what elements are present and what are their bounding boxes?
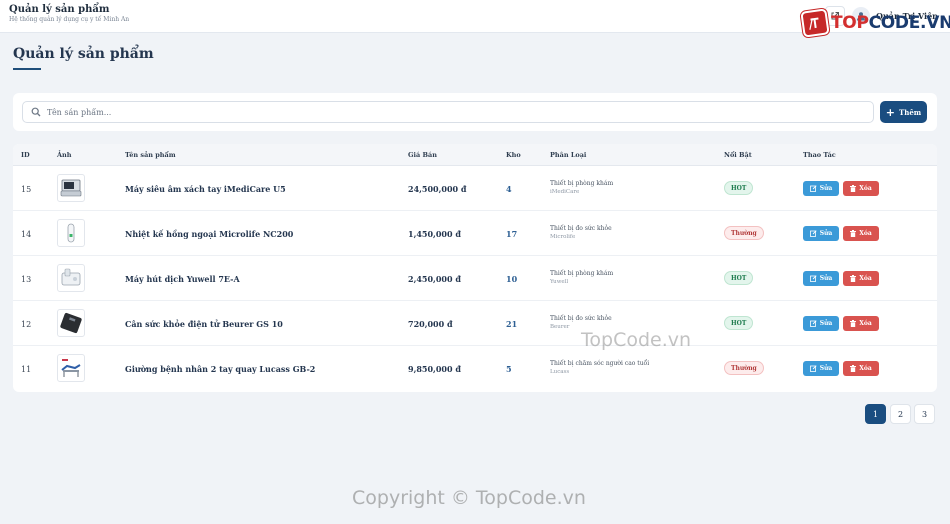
delete-button[interactable]: Xóa <box>843 316 879 331</box>
product-category: Thiết bị đo sức khỏe Microlife <box>550 225 612 240</box>
search-icon <box>31 107 41 117</box>
search-field[interactable] <box>22 101 874 123</box>
edit-button[interactable]: Sửa <box>803 181 839 196</box>
topcode-logo: TOPCODE.VN <box>800 8 950 38</box>
add-button-label: Thêm <box>899 107 922 117</box>
row-id: 15 <box>21 185 32 194</box>
edit-icon <box>809 320 817 327</box>
delete-button[interactable]: Xóa <box>843 226 879 241</box>
product-name: Máy siêu âm xách tay iMediCare U5 <box>125 184 286 194</box>
row-id: 12 <box>21 320 32 329</box>
row-id: 13 <box>21 275 32 284</box>
row-id: 14 <box>21 230 32 239</box>
app-title: Quản lý sản phẩm <box>9 4 110 15</box>
trash-icon <box>850 185 857 192</box>
title-underline <box>13 68 41 70</box>
brand-name: Yuwell <box>550 279 569 285</box>
featured-badge: Thường <box>724 226 764 240</box>
featured-badge: HOT <box>724 316 754 330</box>
table-row: 13 Máy hút dịch Yuwell 7E-A 2,450,000 đ … <box>13 256 937 301</box>
product-price: 24,500,000 đ <box>408 184 467 194</box>
table-row: 12 Cân sức khỏe điện tử Beurer GS 10 720… <box>13 301 937 346</box>
logo-text: TOPCODE.VN <box>831 13 950 33</box>
page-button-1[interactable]: 1 <box>865 404 886 424</box>
ultrasound-machine-icon <box>57 174 85 202</box>
product-price: 9,850,000 đ <box>408 364 461 374</box>
watermark-middle: TopCode.vn <box>581 329 692 351</box>
product-table: ID Ảnh Tên sản phẩm Giá Bán Kho Phân Loạ… <box>13 144 937 392</box>
edit-icon <box>809 275 817 282</box>
trash-icon <box>850 365 857 372</box>
product-name: Giường bệnh nhân 2 tay quay Lucass GB-2 <box>125 364 316 374</box>
header-stock: Kho <box>506 151 521 159</box>
row-id: 11 <box>21 365 32 374</box>
edit-icon <box>809 230 817 237</box>
product-stock: 4 <box>506 184 512 194</box>
edit-button[interactable]: Sửa <box>803 361 839 376</box>
product-category: Thiết bị phòng khám iMediCare <box>550 180 613 195</box>
brand-name: Microlife <box>550 234 576 240</box>
category-name: Thiết bị phòng khám <box>550 270 614 277</box>
category-name: Thiết bị chăm sóc người cao tuổi <box>550 360 650 367</box>
trash-icon <box>850 275 857 282</box>
product-category: Thiết bị đo sức khỏe Beurer <box>550 315 612 330</box>
product-stock: 10 <box>506 274 518 284</box>
app-subtitle: Hệ thống quản lý dụng cụ y tế Minh An <box>9 16 130 23</box>
search-card: + Thêm <box>13 93 937 131</box>
logo-badge-icon <box>800 8 830 38</box>
table-header: ID Ảnh Tên sản phẩm Giá Bán Kho Phân Loạ… <box>13 144 937 166</box>
table-row: 14 Nhiệt kế hồng ngoại Microlife NC200 1… <box>13 211 937 256</box>
header-image: Ảnh <box>57 151 72 159</box>
plus-icon: + <box>885 105 896 119</box>
brand-name: iMediCare <box>550 189 580 195</box>
suction-machine-icon <box>57 264 85 292</box>
header-price: Giá Bán <box>408 151 437 159</box>
edit-icon <box>809 365 817 372</box>
header-category: Phân Loại <box>550 151 587 159</box>
hospital-bed-icon <box>57 354 85 382</box>
delete-button[interactable]: Xóa <box>843 271 879 286</box>
trash-icon <box>850 320 857 327</box>
delete-button[interactable]: Xóa <box>843 181 879 196</box>
search-input[interactable] <box>47 107 847 117</box>
header-id: ID <box>21 151 30 159</box>
edit-button[interactable]: Sửa <box>803 316 839 331</box>
table-row: 11 Giường bệnh nhân 2 tay quay Lucass GB… <box>13 346 937 391</box>
edit-button[interactable]: Sửa <box>803 271 839 286</box>
thermometer-icon <box>57 219 85 247</box>
page-title: Quản lý sản phẩm <box>13 46 154 62</box>
brand-name: Lucass <box>550 369 570 375</box>
product-stock: 5 <box>506 364 512 374</box>
product-name: Nhiệt kế hồng ngoại Microlife NC200 <box>125 229 294 239</box>
featured-badge: Thường <box>724 361 764 375</box>
edit-icon <box>809 185 817 192</box>
featured-badge: HOT <box>724 271 754 285</box>
category-name: Thiết bị phòng khám <box>550 180 614 187</box>
product-stock: 21 <box>506 319 518 329</box>
table-row: 15 Máy siêu âm xách tay iMediCare U5 24,… <box>13 166 937 211</box>
delete-button[interactable]: Xóa <box>843 361 879 376</box>
product-stock: 17 <box>506 229 518 239</box>
trash-icon <box>850 230 857 237</box>
header-actions: Thao Tác <box>803 151 836 159</box>
product-name: Máy hút dịch Yuwell 7E-A <box>125 274 240 284</box>
product-name: Cân sức khỏe điện tử Beurer GS 10 <box>125 319 283 329</box>
edit-button[interactable]: Sửa <box>803 226 839 241</box>
add-product-button[interactable]: + Thêm <box>880 101 927 123</box>
category-name: Thiết bị đo sức khỏe <box>550 225 612 232</box>
product-price: 2,450,000 đ <box>408 274 461 284</box>
category-name: Thiết bị đo sức khỏe <box>550 315 612 322</box>
product-category: Thiết bị chăm sóc người cao tuổi Lucass <box>550 360 649 375</box>
page-button-3[interactable]: 3 <box>914 404 935 424</box>
scale-icon <box>57 309 85 337</box>
header-featured: Nổi Bật <box>724 151 752 159</box>
page-button-2[interactable]: 2 <box>890 404 911 424</box>
header-name: Tên sản phẩm <box>125 151 176 159</box>
watermark-copyright: Copyright © TopCode.vn <box>352 487 586 509</box>
product-category: Thiết bị phòng khám Yuwell <box>550 270 613 285</box>
product-price: 1,450,000 đ <box>408 229 461 239</box>
product-price: 720,000 đ <box>408 319 453 329</box>
featured-badge: HOT <box>724 181 754 195</box>
